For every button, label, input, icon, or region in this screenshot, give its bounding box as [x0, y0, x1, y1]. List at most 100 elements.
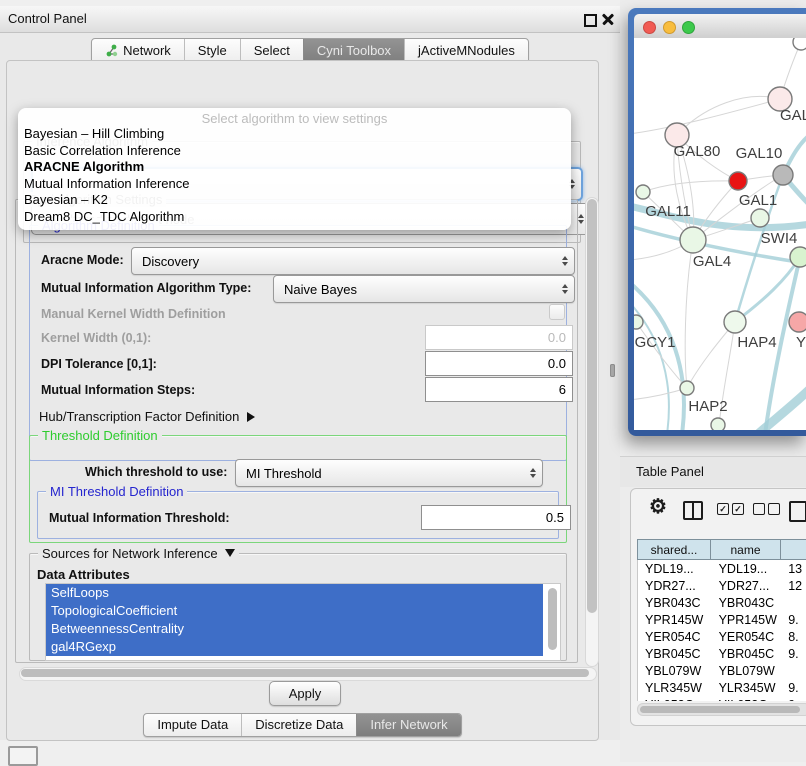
node-table: shared...name YDL19...YDL19...13YDR27...… [637, 539, 806, 701]
dpi-tolerance-field[interactable]: 0.0 [425, 351, 573, 376]
control-panel-title: Control Panel [8, 11, 87, 26]
unchecked-checkboxes-icon[interactable] [753, 503, 781, 515]
network-node-gal4[interactable] [680, 227, 706, 253]
table-cell [781, 594, 806, 611]
table-row[interactable]: YPR145WYPR145W9. [638, 611, 806, 628]
mi-steps-field[interactable]: 6 [425, 377, 573, 402]
network-node-hap4[interactable] [724, 311, 746, 333]
algorithm-option-mutual-information-inference[interactable]: Mutual Information Inference [18, 176, 571, 193]
table-row[interactable]: YER054CYER054C8. [638, 628, 806, 645]
node-label-gal11: GAL11 [645, 203, 691, 220]
threshold-definition-title: Threshold Definition [38, 428, 162, 443]
which-threshold-combobox[interactable]: MI Threshold [235, 459, 543, 487]
bottom-tab-impute-data[interactable]: Impute Data [144, 714, 241, 736]
float-panel-icon[interactable] [584, 14, 597, 27]
network-window-titlebar [634, 14, 806, 39]
column-header-name[interactable]: name [711, 539, 781, 560]
network-edge [677, 96, 780, 135]
node-label-gal4: GAL4 [693, 253, 731, 270]
table-cell: YLR345W [638, 679, 712, 696]
sources-title-label: Sources for Network Inference [42, 546, 218, 561]
split-columns-icon[interactable] [683, 501, 703, 520]
list-scrollbar[interactable] [548, 588, 557, 650]
algorithm-dropdown-popup: Select algorithm to view settings Bayesi… [18, 108, 571, 230]
which-threshold-value: MI Threshold [246, 466, 322, 481]
table-horizontal-scrollbar-thumb[interactable] [640, 706, 800, 713]
mi-steps-label: Mutual Information Steps: [41, 383, 195, 397]
network-node-y[interactable] [789, 312, 806, 332]
table-cell: YIL052C [638, 696, 712, 701]
minimize-traffic-light-icon[interactable] [663, 21, 676, 34]
minimized-panel-icon[interactable] [8, 746, 38, 766]
apply-button[interactable]: Apply [269, 681, 341, 706]
table-cell: YER054C [712, 628, 782, 645]
tab-label: Impute Data [157, 717, 228, 732]
panel-divider-handle[interactable] [610, 364, 615, 377]
network-node-gcy1[interactable] [634, 315, 643, 329]
zoom-traffic-light-icon[interactable] [682, 21, 695, 34]
mi-threshold-field[interactable]: 0.5 [421, 505, 571, 530]
network-node-gal11[interactable] [636, 185, 650, 199]
table-row[interactable]: YLR345WYLR345W9. [638, 679, 806, 696]
kernel-width-label: Kernel Width (0,1): [41, 331, 151, 345]
table-row[interactable]: YDL19...YDL19...13 [638, 560, 806, 577]
table-cell: YDR27... [712, 577, 782, 594]
network-canvas[interactable]: GALGAL80GAL10GAL1GAL11SWI4GAL4GCY1HAP4YH… [634, 38, 806, 430]
algorithm-option-dream8-dc-tdc-algorithm[interactable]: Dream8 DC_TDC Algorithm [18, 209, 571, 226]
network-node-swi4[interactable] [790, 247, 806, 267]
table-cell: YDR27... [638, 577, 712, 594]
network-node-hap2[interactable] [680, 381, 694, 395]
table-row[interactable]: YBL079WYBL079W [638, 662, 806, 679]
table-cell: YER054C [638, 628, 712, 645]
network-node-gal1[interactable] [751, 209, 769, 227]
table-panel-title: Table Panel [636, 464, 704, 479]
apply-button-label: Apply [289, 686, 322, 701]
table-row[interactable]: YBR043CYBR043C [638, 594, 806, 611]
attribute-item-topologicalcoefficient[interactable]: TopologicalCoefficient [46, 602, 543, 620]
attribute-item-gal4rgexp[interactable]: gal4RGexp [46, 638, 543, 656]
table-cell: YBL079W [638, 662, 712, 679]
control-panel-titlebar: Control Panel [0, 6, 620, 33]
dpi-tolerance-label: DPI Tolerance [0,1]: [41, 357, 157, 371]
data-attributes-label: Data Attributes [37, 567, 130, 582]
network-node[interactable] [729, 172, 747, 190]
kernel-width-field[interactable]: 0.0 [425, 325, 573, 350]
bottom-tab-infer-network[interactable]: Infer Network [356, 714, 460, 736]
hub-definition-expander[interactable]: Hub/Transcription Factor Definition [39, 409, 255, 424]
manual-kernel-width-checkbox[interactable] [549, 304, 565, 320]
attribute-item-betweennesscentrality[interactable]: BetweennessCentrality [46, 620, 543, 638]
combo-stepper-icon [578, 214, 584, 224]
close-icon[interactable] [602, 13, 614, 25]
column-header-shared[interactable]: shared... [637, 539, 711, 560]
table-row[interactable]: YIL052CYIL052C9. [638, 696, 806, 701]
document-icon[interactable] [789, 501, 806, 522]
algorithm-option-aracne-algorithm[interactable]: ARACNE Algorithm [18, 159, 571, 176]
column-header-2[interactable] [781, 539, 806, 560]
settings-horizontal-scrollbar-thumb[interactable] [21, 669, 589, 677]
bottom-tab-discretize-data[interactable]: Discretize Data [241, 714, 356, 736]
sources-group-title[interactable]: Sources for Network Inference [38, 546, 239, 561]
data-attributes-list[interactable]: SelfLoopsTopologicalCoefficientBetweenne… [45, 583, 561, 661]
network-node[interactable] [711, 418, 725, 430]
table-horizontal-scrollbar[interactable] [637, 703, 806, 716]
network-node[interactable] [793, 38, 806, 50]
table-row[interactable]: YDR27...YDR27...12 [638, 577, 806, 594]
algorithm-option-bayesian-hill-climbing[interactable]: Bayesian – Hill Climbing [18, 126, 571, 143]
mi-algorithm-type-combobox[interactable]: Naive Bayes [273, 275, 575, 303]
table-cell: YPR145W [712, 611, 782, 628]
gear-icon[interactable]: ⚙ [649, 497, 667, 517]
close-traffic-light-icon[interactable] [643, 21, 656, 34]
network-node-gal10[interactable] [773, 165, 793, 185]
table-row[interactable]: YBR045CYBR045C9. [638, 645, 806, 662]
aracne-mode-combobox[interactable]: Discovery [131, 247, 575, 275]
algorithm-option-bayesian-k2[interactable]: Bayesian – K2 [18, 192, 571, 209]
aracne-mode-label: Aracne Mode: [41, 253, 124, 267]
table-cell: YLR345W [712, 679, 782, 696]
checked-checkboxes-icon[interactable]: ✓✓ [717, 503, 745, 515]
mi-algorithm-type-value: Naive Bayes [284, 282, 357, 297]
table-cell: 13 [781, 560, 806, 577]
settings-vertical-scrollbar-thumb[interactable] [587, 199, 597, 613]
attribute-item-selfloops[interactable]: SelfLoops [46, 584, 543, 602]
network-view-window: GALGAL80GAL10GAL1GAL11SWI4GAL4GCY1HAP4YH… [628, 8, 806, 436]
algorithm-option-basic-correlation-inference[interactable]: Basic Correlation Inference [18, 143, 571, 160]
